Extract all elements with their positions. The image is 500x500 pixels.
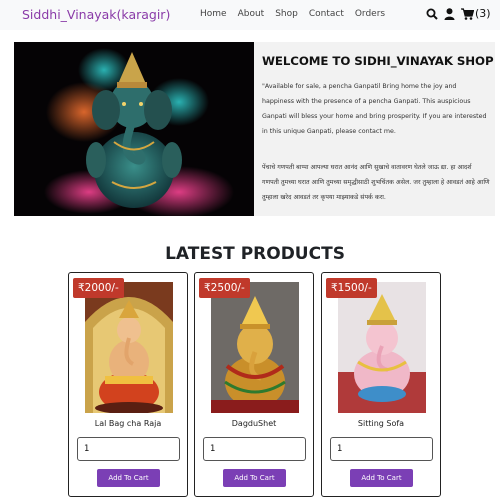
product-name[interactable]: Sitting Sofa [322, 419, 440, 428]
hero-text: WELCOME TO SIDHI_VINAYAK SHOP "Available… [262, 54, 494, 205]
search-icon[interactable] [426, 8, 438, 20]
product-name[interactable]: DagduShet [195, 419, 313, 428]
product-card: ₹2000/- Lal Bag cha Raja 1 Add To Cart [68, 272, 188, 497]
hero-description: "Available for sale, a pencha Ganpatil B… [262, 83, 487, 135]
nav-link-home[interactable]: Home [200, 9, 227, 19]
brand-logo[interactable]: Siddhi_Vinayak(karagir) [22, 7, 170, 22]
user-icon[interactable] [444, 7, 455, 20]
price-badge: ₹1500/- [326, 278, 377, 298]
navbar: Siddhi_Vinayak(karagir) Home About Shop … [0, 0, 500, 30]
product-image[interactable] [85, 282, 173, 413]
quantity-input[interactable]: 1 [330, 437, 433, 461]
hero-ganesha-image [14, 42, 254, 216]
product-card: ₹1500/- Sitting Sofa 1 Add To Cart [321, 272, 441, 497]
cart-button[interactable]: (3) [461, 7, 491, 20]
nav-link-orders[interactable]: Orders [355, 9, 385, 19]
hero-title: WELCOME TO SIDHI_VINAYAK SHOP [262, 54, 494, 68]
hero-banner: WELCOME TO SIDHI_VINAYAK SHOP "Available… [14, 42, 495, 216]
nav-links: Home About Shop Contact Orders [200, 9, 385, 19]
product-name[interactable]: Lal Bag cha Raja [69, 419, 187, 428]
price-badge: ₹2500/- [199, 278, 250, 298]
quantity-input[interactable]: 1 [77, 437, 180, 461]
product-image[interactable] [211, 282, 299, 413]
hero-description-marathi: पेंचाचे गणपती बाप्पा आपल्या घरात आनंद आण… [262, 164, 490, 201]
add-to-cart-button[interactable]: Add To Cart [97, 469, 160, 487]
add-to-cart-button[interactable]: Add To Cart [223, 469, 286, 487]
nav-link-about[interactable]: About [238, 9, 265, 19]
cart-count: (3) [475, 7, 491, 20]
cart-icon [461, 7, 474, 20]
quantity-input[interactable]: 1 [203, 437, 306, 461]
nav-icons: (3) [426, 7, 491, 20]
nav-link-contact[interactable]: Contact [309, 9, 344, 19]
price-badge: ₹2000/- [73, 278, 124, 298]
latest-products-title: LATEST PRODUCTS [165, 244, 345, 264]
product-card: ₹2500/- DagduShet 1 Add To Cart [194, 272, 314, 497]
add-to-cart-button[interactable]: Add To Cart [350, 469, 413, 487]
product-image[interactable] [338, 282, 426, 413]
nav-link-shop[interactable]: Shop [275, 9, 298, 19]
